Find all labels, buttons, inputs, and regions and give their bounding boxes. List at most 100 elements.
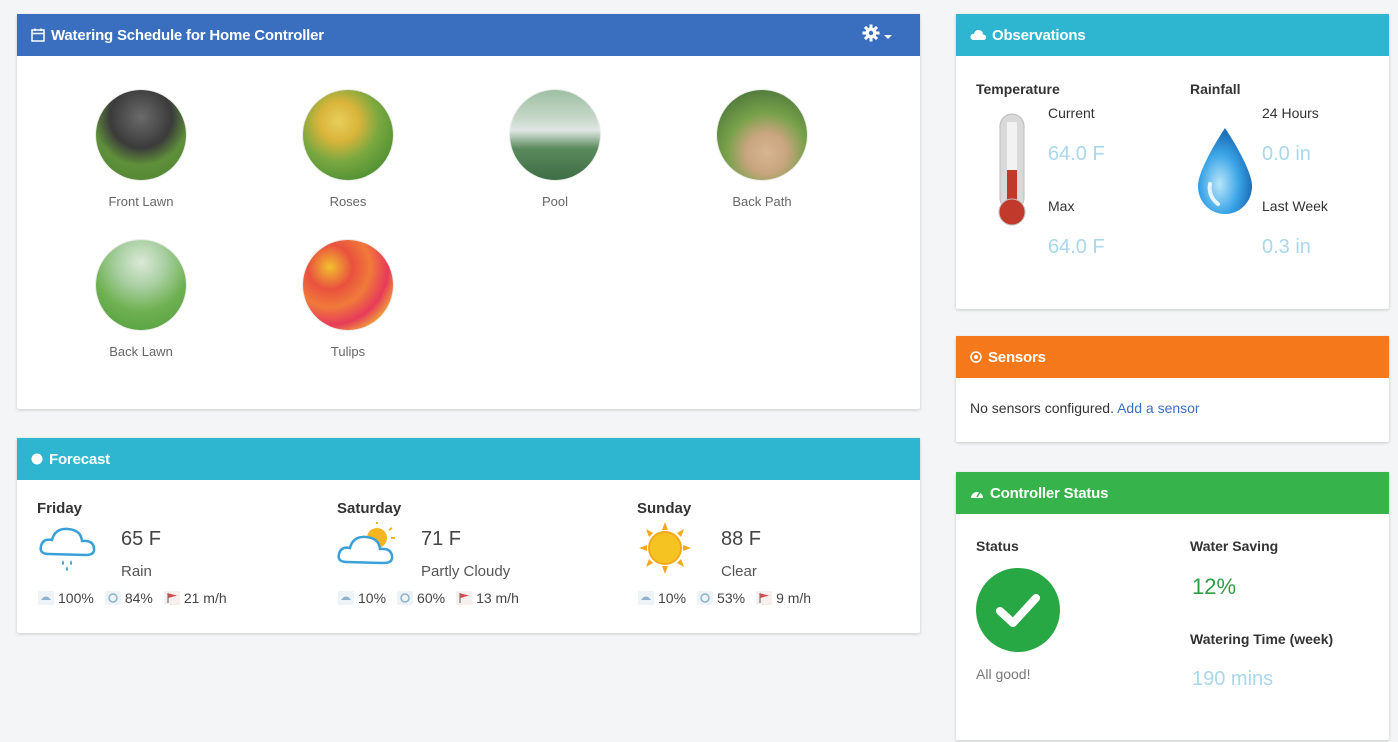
water-saving-value: 12% (1192, 574, 1237, 599)
current-temperature-value: 64.0 F (1048, 143, 1105, 165)
humidity-value: 84% (124, 590, 153, 606)
observations-header: Observations (956, 14, 1389, 56)
humidity-icon (696, 590, 714, 606)
controller-status-title: Controller Status (990, 484, 1109, 502)
observations-title: Observations (992, 26, 1086, 44)
zone-label: Back Path (732, 194, 792, 209)
sensors-body: No sensors configured. Add a sensor (956, 378, 1389, 438)
umbrella-icon (337, 590, 355, 606)
forecast-day-sunday: Sunday 88 F Clear 10% 53% 9 m/h (637, 500, 917, 606)
forecast-day-friday: Friday 65 F Rain 100% 84% 21 m/h (37, 500, 317, 606)
sensors-title: Sensors (988, 348, 1046, 366)
sun-icon (637, 522, 699, 574)
last-week-rainfall-value: 0.3 in (1262, 236, 1311, 258)
forecast-day-saturday: Saturday 71 F Partly Cloudy 10% 60% 13 m… (337, 500, 617, 606)
humidity-icon (396, 590, 414, 606)
zone-photo (96, 90, 186, 180)
add-sensor-link[interactable]: Add a sensor (1117, 400, 1200, 416)
no-sensors-message: No sensors configured. (970, 400, 1114, 416)
precip-stat: 100% (37, 590, 94, 606)
humidity-stat: 84% (104, 590, 153, 606)
wind-stat: 9 m/h (755, 590, 811, 606)
cloud-icon (970, 29, 986, 41)
wind-stat: 21 m/h (163, 590, 227, 606)
status-ok-icon (976, 568, 1060, 652)
zone-pool[interactable]: Pool (475, 90, 635, 209)
zone-front-lawn[interactable]: Front Lawn (61, 90, 221, 209)
humidity-stat: 60% (396, 590, 445, 606)
day-name: Saturday (337, 500, 402, 517)
zone-tulips[interactable]: Tulips (268, 240, 428, 359)
observations-panel: Observations Temperature Current 64.0 F … (956, 14, 1389, 309)
max-label: Max (1048, 198, 1075, 214)
watering-schedule-header: Watering Schedule for Home Controller (17, 14, 920, 56)
wind-flag-icon (163, 590, 181, 606)
gear-icon (862, 24, 880, 46)
status-text: All good! (976, 666, 1031, 682)
zone-roses[interactable]: Roses (268, 90, 428, 209)
wind-value: 13 m/h (476, 590, 519, 606)
controller-status-header: Controller Status (956, 472, 1389, 514)
precip-value: 100% (58, 590, 94, 606)
precip-value: 10% (658, 590, 687, 606)
precip-stat: 10% (637, 590, 686, 606)
wind-flag-icon (455, 590, 473, 606)
calendar-icon (31, 28, 45, 42)
zone-back-path[interactable]: Back Path (682, 90, 842, 209)
wind-stat: 13 m/h (455, 590, 519, 606)
thermometer-icon (994, 112, 1030, 233)
circle-icon (31, 453, 43, 465)
zone-back-lawn[interactable]: Back Lawn (61, 240, 221, 359)
day-temperature: 88 F (721, 528, 762, 550)
day-name: Friday (37, 500, 83, 517)
wind-value: 21 m/h (183, 590, 227, 606)
umbrella-icon (637, 590, 655, 606)
humidity-stat: 53% (696, 590, 745, 606)
watering-time-value: 190 mins (1192, 668, 1274, 690)
day-condition: Rain (121, 563, 152, 580)
day-temperature: 71 F (421, 528, 462, 550)
watering-schedule-title: Watering Schedule for Home Controller (51, 26, 324, 44)
precip-value: 10% (358, 590, 387, 606)
dashboard-icon (970, 487, 984, 499)
humidity-value: 60% (417, 590, 446, 606)
forecast-panel: Forecast Friday 65 F Rain 100% 84% 21 m/… (17, 438, 920, 633)
24-hours-rainfall-value: 0.0 in (1262, 143, 1311, 165)
day-stats: 100% 84% 21 m/h (37, 590, 227, 606)
max-temperature-value: 64.0 F (1048, 236, 1105, 258)
water-saving-label: Water Saving (1190, 538, 1279, 554)
rain-cloud-icon (37, 522, 99, 574)
day-stats: 10% 53% 9 m/h (637, 590, 811, 606)
zone-label: Pool (541, 194, 569, 209)
water-drop-icon (1194, 126, 1256, 223)
zone-photo (303, 90, 393, 180)
zone-label: Roses (329, 194, 367, 209)
humidity-value: 53% (717, 590, 746, 606)
forecast-title: Forecast (49, 450, 110, 468)
status-label: Status (976, 538, 1019, 554)
settings-menu-button[interactable] (862, 24, 892, 46)
wind-value: 9 m/h (776, 590, 812, 606)
precip-stat: 10% (337, 590, 386, 606)
day-temperature: 65 F (121, 528, 162, 550)
caret-down-icon (884, 27, 892, 44)
sensors-panel: Sensors No sensors configured. Add a sen… (956, 336, 1389, 442)
zone-photo (96, 240, 186, 330)
umbrella-icon (37, 590, 55, 606)
day-condition: Partly Cloudy (421, 563, 511, 580)
zone-photo (303, 240, 393, 330)
zone-label: Front Lawn (108, 194, 174, 209)
watering-time-label: Watering Time (week) (1190, 631, 1334, 647)
sensors-header: Sensors (956, 336, 1389, 378)
wind-flag-icon (755, 590, 773, 606)
day-name: Sunday (637, 500, 692, 517)
day-condition: Clear (721, 563, 757, 580)
day-stats: 10% 60% 13 m/h (337, 590, 519, 606)
last-week-label: Last Week (1262, 198, 1328, 214)
forecast-header: Forecast (17, 438, 920, 480)
sensor-target-icon (970, 351, 982, 363)
rainfall-label: Rainfall (1190, 81, 1241, 97)
partly-cloudy-icon (337, 522, 399, 574)
zone-label: Back Lawn (109, 344, 173, 359)
current-label: Current (1048, 105, 1095, 121)
